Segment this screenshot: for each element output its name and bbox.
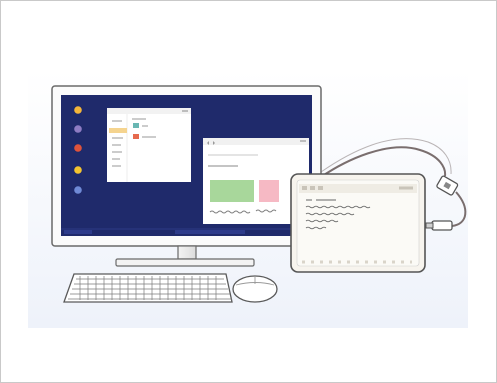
taskbar-item — [64, 230, 92, 234]
taskbar-item — [175, 230, 245, 234]
window-titlebar[interactable] — [203, 138, 309, 145]
tab-icon[interactable] — [310, 186, 315, 190]
window-titlebar[interactable] — [107, 108, 191, 114]
mouse[interactable] — [232, 275, 278, 303]
monitor-stand-neck — [177, 245, 197, 260]
tab-icon[interactable] — [318, 186, 323, 190]
dock-app-icon[interactable] — [74, 186, 82, 194]
file-icon-teal[interactable] — [133, 123, 139, 128]
window-controls[interactable] — [300, 140, 306, 142]
dock-app-icon[interactable] — [74, 125, 82, 133]
file-icon-orange[interactable] — [133, 134, 139, 139]
keyboard-body — [63, 273, 233, 303]
tablet — [290, 173, 426, 273]
content-image-pink — [259, 180, 279, 202]
sidebar-item-selected[interactable] — [109, 128, 127, 133]
usb-c-tip — [425, 222, 434, 229]
window-controls[interactable] — [182, 110, 188, 112]
illustration — [28, 70, 468, 328]
tab-icon[interactable] — [302, 186, 307, 190]
monitor-stand-base — [115, 258, 255, 267]
keyboard — [63, 273, 233, 303]
file-explorer-window — [107, 108, 191, 182]
usb-c-plug — [431, 220, 453, 231]
content-image-green — [210, 180, 254, 202]
monitor — [51, 85, 322, 267]
dock-app-icon[interactable] — [74, 166, 82, 174]
dock-app-icon[interactable] — [74, 106, 82, 114]
dock-app-icon[interactable] — [74, 144, 82, 152]
